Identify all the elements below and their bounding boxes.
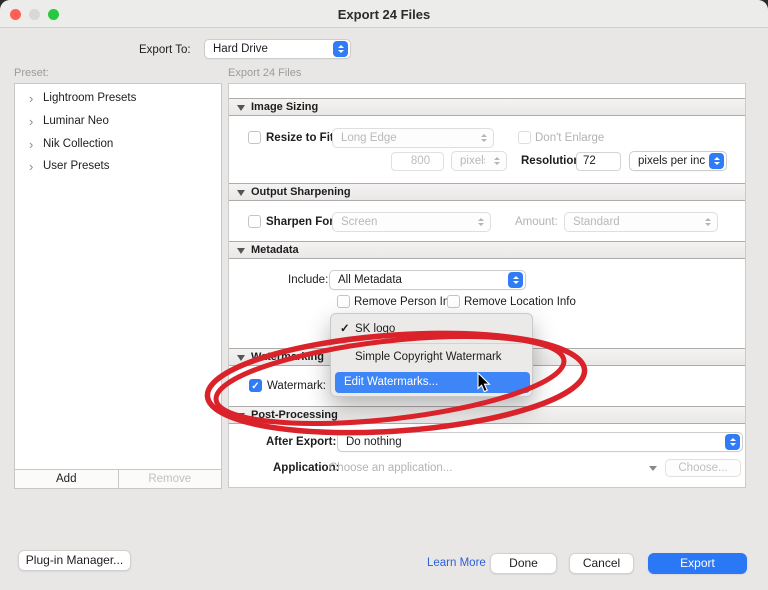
disclosure-triangle-icon[interactable] <box>237 190 245 196</box>
chevron-right-icon[interactable]: › <box>29 113 33 131</box>
resolution-label: Resolution: <box>521 155 585 167</box>
menu-item-simple-copyright-watermark[interactable]: Simple Copyright Watermark <box>331 348 532 367</box>
sidebar-item-nik-collection[interactable]: › Nik Collection <box>15 135 221 155</box>
section-header-output-sharpening[interactable]: Output Sharpening <box>229 183 745 201</box>
sharpen-for-checkbox[interactable] <box>248 215 261 228</box>
watermark-label: Watermark: <box>267 380 326 392</box>
include-metadata-select[interactable]: All Metadata <box>329 270 526 290</box>
section-header-post-processing[interactable]: Post-Processing <box>229 406 745 424</box>
resize-to-fit-label: Resize to Fit: <box>266 132 338 144</box>
section-header-image-sizing[interactable]: Image Sizing <box>229 98 745 116</box>
stepper-icon <box>476 130 491 146</box>
stepper-icon <box>489 153 504 169</box>
dont-enlarge-checkbox <box>518 131 531 144</box>
chevron-right-icon[interactable]: › <box>29 158 33 176</box>
watermark-checkbox[interactable]: ✓ <box>249 379 262 392</box>
done-button[interactable]: Done <box>490 553 557 574</box>
choose-application-button: Choose... <box>665 459 741 477</box>
add-preset-button[interactable]: Add <box>15 470 118 488</box>
sidebar-item-lightroom-presets[interactable]: › Lightroom Presets <box>15 89 221 109</box>
menu-item-edit-watermarks[interactable]: Edit Watermarks... <box>335 372 530 393</box>
disclosure-triangle-icon[interactable] <box>237 413 245 419</box>
remove-person-info-label: Remove Person Info <box>354 296 459 308</box>
disclosure-triangle-icon[interactable] <box>237 105 245 111</box>
disclosure-triangle-icon[interactable] <box>237 355 245 361</box>
amount-select: Standard <box>564 212 718 232</box>
sharpen-for-select: Screen <box>332 212 491 232</box>
preset-list: › Lightroom Presets › Luminar Neo › Nik … <box>14 83 222 489</box>
window-title: Export 24 Files <box>337 7 431 22</box>
stepper-icon <box>700 214 715 230</box>
export-settings-panel: Image Sizing Resize to Fit: Long Edge Do… <box>228 83 746 488</box>
after-export-label: After Export: <box>266 436 337 448</box>
resolution-unit-select[interactable]: pixels per inch <box>629 151 727 171</box>
watermark-menu: ✓ SK logo Simple Copyright Watermark Edi… <box>330 313 533 397</box>
chevron-right-icon[interactable]: › <box>29 90 33 108</box>
plugin-manager-button[interactable]: Plug-in Manager... <box>18 550 131 571</box>
include-label: Include: <box>288 274 329 286</box>
application-placeholder: Choose an application... <box>329 462 453 474</box>
resize-to-fit-checkbox[interactable] <box>248 131 261 144</box>
stepper-icon <box>709 153 724 169</box>
menu-item-sk-logo[interactable]: ✓ SK logo <box>331 320 532 339</box>
remove-person-info-checkbox[interactable] <box>337 295 350 308</box>
titlebar: Export 24 Files <box>0 0 768 28</box>
export-dialog: Export 24 Files Export To: Hard Drive Pr… <box>0 0 768 590</box>
menu-separator <box>341 343 522 344</box>
after-export-select[interactable]: Do nothing <box>337 432 743 452</box>
remove-preset-button: Remove <box>117 470 222 488</box>
sidebar-item-luminar-neo[interactable]: › Luminar Neo <box>15 112 221 132</box>
amount-label: Amount: <box>515 216 558 228</box>
section-header-metadata[interactable]: Metadata <box>229 241 745 259</box>
remove-location-info-label: Remove Location Info <box>464 296 576 308</box>
stepper-icon <box>333 41 348 57</box>
panel-title: Export 24 Files <box>228 67 302 79</box>
application-dropdown-icon <box>649 466 657 471</box>
sidebar-item-user-presets[interactable]: › User Presets <box>15 157 221 177</box>
learn-more-link[interactable]: Learn More <box>427 557 486 569</box>
stepper-icon <box>473 214 488 230</box>
remove-location-info-checkbox[interactable] <box>447 295 460 308</box>
chevron-right-icon[interactable]: › <box>29 136 33 154</box>
cancel-button[interactable]: Cancel <box>569 553 634 574</box>
export-to-label: Export To: <box>139 44 191 56</box>
preset-label: Preset: <box>14 67 49 79</box>
export-button[interactable]: Export <box>648 553 747 574</box>
resize-size-input: 800 <box>391 152 444 171</box>
sharpen-for-label: Sharpen For: <box>266 216 338 228</box>
stepper-icon <box>508 272 523 288</box>
resize-unit-select: pixels <box>451 151 507 171</box>
dont-enlarge-label: Don't Enlarge <box>535 132 605 144</box>
preset-list-buttons: Add Remove <box>14 469 222 489</box>
stepper-icon <box>725 434 740 450</box>
export-to-select[interactable]: Hard Drive <box>204 39 351 59</box>
checkmark-icon: ✓ <box>340 323 350 335</box>
resize-dimension-select: Long Edge <box>332 128 494 148</box>
resolution-input[interactable]: 72 <box>576 152 621 171</box>
disclosure-triangle-icon[interactable] <box>237 248 245 254</box>
